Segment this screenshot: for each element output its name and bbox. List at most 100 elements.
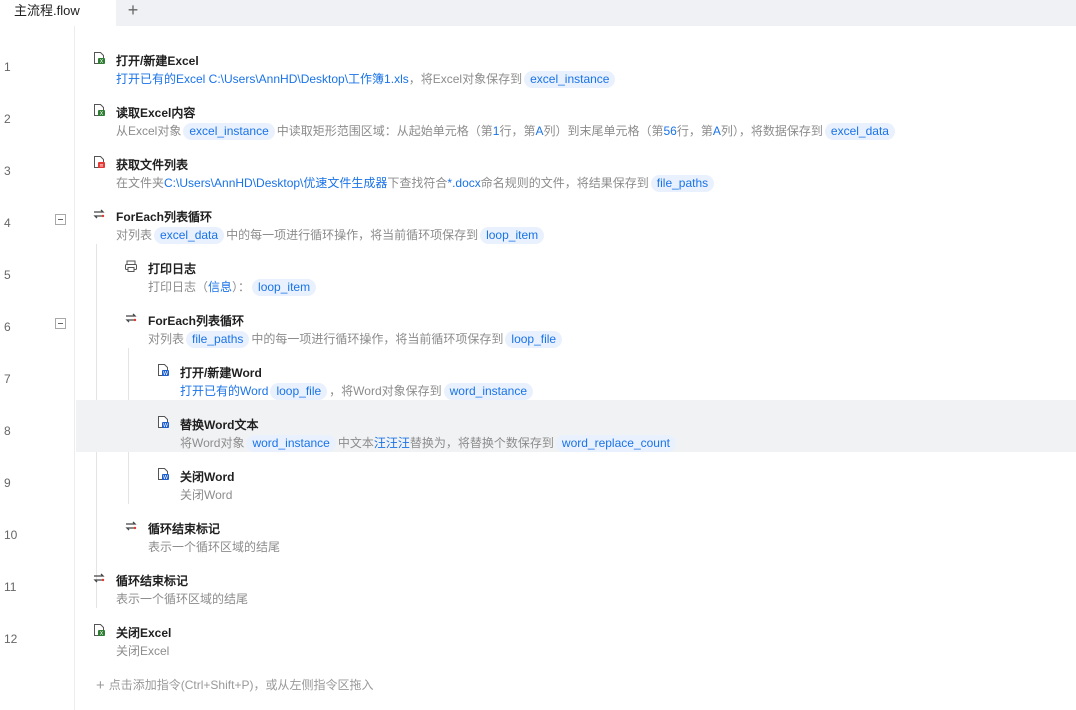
description-text: 将Word对象 xyxy=(180,436,245,450)
description-text: 表示一个循环区域的结尾 xyxy=(116,592,249,606)
collapse-toggle[interactable] xyxy=(55,318,66,329)
excel-open-icon: X xyxy=(92,51,106,65)
collapse-toggle[interactable] xyxy=(55,214,66,225)
flow-step-row[interactable]: W 打开/新建Word 打开已有的Word loop_file ，将Word对象保存到 w… xyxy=(76,348,1076,400)
step-title: 关闭Word xyxy=(180,470,235,484)
variable-token[interactable]: word_instance xyxy=(443,383,534,400)
description-text: 中的每一项进行循环操作，将当前循环项保存到 xyxy=(251,332,504,346)
flow-editor: + 点击添加指令(Ctrl+Shift+P)，或从左侧指令区拖入 X 打开/新建Ex… xyxy=(76,26,1076,710)
svg-text:W: W xyxy=(163,475,168,481)
variable-token[interactable]: file_paths xyxy=(650,175,715,192)
param-value-link[interactable]: C:\Users\AnnHD\Desktop\优速文件生成器 xyxy=(164,176,387,190)
variable-token[interactable]: excel_instance xyxy=(183,123,275,140)
file-list-icon: ≡ xyxy=(92,155,106,169)
tab-main-flow[interactable]: 主流程.flow xyxy=(0,0,116,26)
step-description: 关闭Word xyxy=(180,486,232,503)
variable-token[interactable]: loop_file xyxy=(505,331,563,348)
flow-step-row[interactable]: 打印日志打印日志（信息）： loop_item xyxy=(76,244,1076,296)
description-text: 在文件夹 xyxy=(116,176,165,190)
print-log-icon xyxy=(124,259,138,273)
word-close-icon: W xyxy=(156,467,170,481)
line-number: 11 xyxy=(4,580,17,594)
step-title: 循环结束标记 xyxy=(148,522,221,536)
description-text: 行，第 xyxy=(676,124,713,138)
description-text: ）： xyxy=(232,280,251,294)
svg-text:W: W xyxy=(163,371,168,377)
word-replace-icon: W xyxy=(156,415,170,429)
step-description: 在文件夹C:\Users\AnnHD\Desktop\优速文件生成器下查找符合*… xyxy=(116,174,716,192)
param-value-link[interactable]: 汪汪汪 xyxy=(374,436,410,450)
description-text: 中文本 xyxy=(337,436,374,450)
description-text: 下查找符合 xyxy=(387,176,448,190)
flow-step-row[interactable]: 循环结束标记 表示一个循环区域的结尾 xyxy=(76,556,1076,608)
variable-token[interactable]: excel_instance xyxy=(524,71,616,88)
flow-step-row[interactable]: W 替换Word文本 将Word对象 word_instance 中文本汪汪汪替换为，将… xyxy=(76,400,1076,452)
variable-token[interactable]: word_replace_count xyxy=(555,435,676,452)
step-title: 关闭Excel xyxy=(116,626,172,640)
param-value-link[interactable]: 信息 xyxy=(208,280,232,294)
excel-read-icon: X xyxy=(92,103,106,117)
flow-step-row[interactable]: ≡ 获取文件列表 在文件夹C:\Users\AnnHD\Desktop\优速文件生成… xyxy=(76,140,1076,192)
step-description: 打开已有的Word loop_file ，将Word对象保存到 word_instan… xyxy=(180,382,535,400)
flow-step-row[interactable]: ForEach列表循环 对列表 file_paths 中的每一项进行循环操作，将当前循… xyxy=(76,296,1076,348)
param-value-link[interactable]: 打开已有的Excel C:\Users\AnnHD\Desktop\工作簿1.x… xyxy=(116,72,409,86)
line-number: 9 xyxy=(4,476,11,490)
description-text: 替换为，将替换个数保存到 xyxy=(409,436,554,450)
variable-token[interactable]: excel_data xyxy=(824,123,895,140)
description-text: 命名规则的文件，将结果保存到 xyxy=(480,176,649,190)
add-instruction-hint[interactable]: + 点击添加指令(Ctrl+Shift+P)，或从左侧指令区拖入 xyxy=(96,676,373,694)
step-description: 对列表 excel_data 中的每一项进行循环操作，将当前循环项保存到 loop_i… xyxy=(116,226,546,244)
line-number: 8 xyxy=(4,424,11,438)
step-description: 关闭Excel xyxy=(116,642,169,659)
add-hint-text: 点击添加指令(Ctrl+Shift+P)，或从左侧指令区拖入 xyxy=(108,678,374,692)
description-text: 中的每一项进行循环操作，将当前循环项保存到 xyxy=(226,228,479,242)
line-number: 5 xyxy=(4,268,11,282)
step-description: 表示一个循环区域的结尾 xyxy=(148,538,280,555)
flow-step-row[interactable]: X 读取Excel内容 从Excel对象 excel_instance 中读取矩形范围区… xyxy=(76,88,1076,140)
param-value-link[interactable]: *.docx xyxy=(447,176,480,190)
flow-step-row[interactable]: W 关闭Word 关闭Word xyxy=(76,452,1076,504)
step-title: 替换Word文本 xyxy=(180,418,259,432)
description-text: 列），将数据保存到 xyxy=(720,124,823,138)
add-tab-button[interactable]: + xyxy=(122,0,144,22)
loop-icon xyxy=(92,207,106,221)
description-text: 对列表 xyxy=(148,332,185,346)
step-description: 打开已有的Excel C:\Users\AnnHD\Desktop\工作簿1.x… xyxy=(116,70,617,88)
step-title: 打印日志 xyxy=(148,262,197,276)
step-title: 打开/新建Excel xyxy=(116,54,199,68)
tab-bar: 主流程.flow + xyxy=(0,0,1076,26)
variable-token[interactable]: loop_file xyxy=(270,383,328,400)
flow-step-row[interactable]: 循环结束标记表示一个循环区域的结尾 xyxy=(76,504,1076,556)
variable-token[interactable]: file_paths xyxy=(186,331,250,348)
step-title: 打开/新建Word xyxy=(180,366,262,380)
svg-text:X: X xyxy=(100,631,104,637)
step-title: 获取文件列表 xyxy=(116,158,189,172)
description-text: 中读取矩形范围区域：从起始单元格（第 xyxy=(276,124,493,138)
variable-token[interactable]: excel_data xyxy=(154,227,225,244)
param-value-link[interactable]: 打开已有的Word xyxy=(180,384,268,398)
loop-icon xyxy=(124,311,138,325)
description-text: 对列表 xyxy=(116,228,153,242)
step-title: ForEach列表循环 xyxy=(116,210,213,224)
variable-token[interactable]: loop_item xyxy=(252,279,317,296)
loop-end-icon xyxy=(124,519,138,533)
line-number: 7 xyxy=(4,372,11,386)
line-gutter: 1 2 3 4 5 6 7 8 9 10 11 12 xyxy=(0,26,75,710)
flow-step-row[interactable]: X 打开/新建Excel 打开已有的Excel C:\Users\AnnHD\Des… xyxy=(76,36,1076,88)
variable-token[interactable]: loop_item xyxy=(480,227,545,244)
line-number: 3 xyxy=(4,164,11,178)
line-number: 2 xyxy=(4,112,11,126)
line-number: 6 xyxy=(4,320,11,334)
flow-step-row[interactable]: ForEach列表循环 对列表 excel_data 中的每一项进行循环操作，将当前循… xyxy=(76,192,1076,244)
line-number: 4 xyxy=(4,216,11,230)
param-value-link[interactable]: 56 xyxy=(664,124,677,138)
flow-step-row[interactable]: X 关闭Excel 关闭Excel xyxy=(76,608,1076,660)
loop-end-icon xyxy=(92,571,106,585)
variable-token[interactable]: word_instance xyxy=(246,435,336,452)
svg-text:X: X xyxy=(100,59,104,65)
description-text: 关闭Excel xyxy=(116,644,170,658)
step-title: ForEach列表循环 xyxy=(148,314,245,328)
word-open-icon: W xyxy=(156,363,170,377)
param-value-link[interactable]: A xyxy=(713,124,721,138)
description-text: 打印日志（ xyxy=(148,280,209,294)
